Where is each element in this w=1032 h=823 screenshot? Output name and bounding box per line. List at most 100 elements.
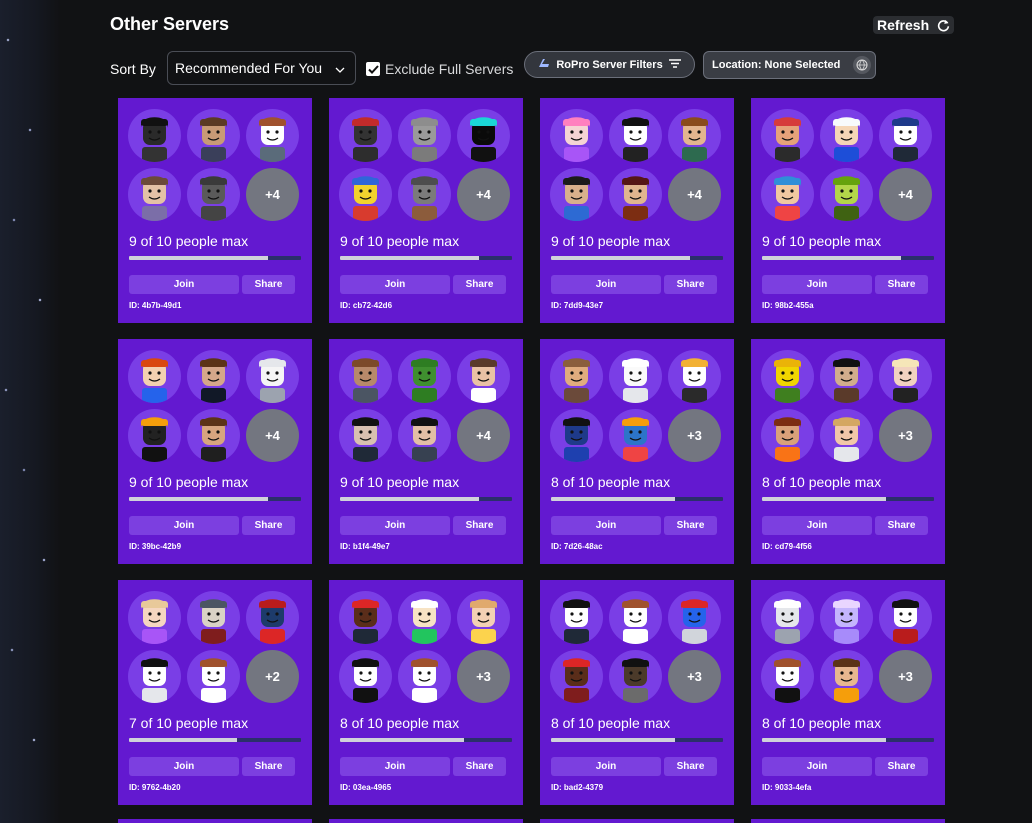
player-avatar[interactable]: [550, 168, 603, 221]
share-button[interactable]: Share: [242, 516, 295, 535]
join-button[interactable]: Join: [340, 757, 450, 776]
player-avatar[interactable]: [820, 409, 873, 462]
player-avatar[interactable]: [128, 168, 181, 221]
ropro-server-filters-button[interactable]: RoPro Server Filters: [524, 51, 695, 78]
player-avatar[interactable]: [398, 591, 451, 644]
player-avatar[interactable]: [668, 591, 721, 644]
player-avatar[interactable]: [398, 109, 451, 162]
player-avatar[interactable]: [128, 591, 181, 644]
server-id: ID: 7dd9-43e7: [551, 301, 604, 310]
player-avatar[interactable]: [187, 409, 240, 462]
share-button[interactable]: Share: [242, 757, 295, 776]
player-avatar[interactable]: [761, 591, 814, 644]
location-filter-button[interactable]: Location: None Selected: [703, 51, 876, 79]
share-button[interactable]: Share: [453, 275, 506, 294]
player-avatar[interactable]: [339, 409, 392, 462]
player-avatar[interactable]: [128, 350, 181, 403]
player-avatar[interactable]: [550, 409, 603, 462]
player-avatar[interactable]: [609, 409, 662, 462]
player-avatar[interactable]: [398, 350, 451, 403]
player-avatar[interactable]: [457, 109, 510, 162]
exclude-full-checkbox[interactable]: [366, 62, 380, 76]
player-avatar[interactable]: [550, 350, 603, 403]
share-button[interactable]: Share: [875, 516, 928, 535]
share-button[interactable]: Share: [875, 757, 928, 776]
player-avatar[interactable]: [550, 109, 603, 162]
share-button[interactable]: Share: [242, 275, 295, 294]
join-button[interactable]: Join: [551, 516, 661, 535]
player-avatar[interactable]: [820, 109, 873, 162]
player-avatar[interactable]: [246, 350, 299, 403]
join-button[interactable]: Join: [762, 275, 872, 294]
player-avatar[interactable]: [879, 350, 932, 403]
player-avatar[interactable]: [457, 591, 510, 644]
more-players-badge: +3: [668, 650, 721, 703]
server-card-partial: [751, 819, 945, 823]
player-avatar[interactable]: [609, 350, 662, 403]
player-avatar[interactable]: [761, 650, 814, 703]
player-avatar[interactable]: [187, 109, 240, 162]
capacity-bar-fill: [129, 497, 269, 501]
player-avatar[interactable]: [187, 591, 240, 644]
player-avatar[interactable]: [761, 109, 814, 162]
share-button[interactable]: Share: [875, 275, 928, 294]
share-button[interactable]: Share: [453, 516, 506, 535]
join-button[interactable]: Join: [762, 516, 872, 535]
player-count: 9 of 10 people max: [762, 233, 882, 249]
player-avatar[interactable]: [398, 409, 451, 462]
join-button[interactable]: Join: [129, 275, 239, 294]
join-button[interactable]: Join: [551, 757, 661, 776]
player-avatar[interactable]: [187, 650, 240, 703]
server-id: ID: 4b7b-49d1: [129, 301, 182, 310]
player-avatar[interactable]: [609, 109, 662, 162]
player-avatar[interactable]: [609, 168, 662, 221]
player-avatar[interactable]: [398, 168, 451, 221]
player-avatar[interactable]: [820, 168, 873, 221]
player-avatar[interactable]: [761, 350, 814, 403]
player-avatar[interactable]: [128, 409, 181, 462]
sort-select[interactable]: Recommended For You: [167, 51, 356, 85]
player-avatar[interactable]: [761, 168, 814, 221]
refresh-button[interactable]: Refresh: [873, 16, 955, 34]
player-avatar[interactable]: [879, 109, 932, 162]
player-avatar[interactable]: [820, 350, 873, 403]
join-button[interactable]: Join: [340, 275, 450, 294]
share-button[interactable]: Share: [664, 757, 717, 776]
player-avatar[interactable]: [246, 591, 299, 644]
player-avatar[interactable]: [761, 409, 814, 462]
player-avatar[interactable]: [339, 591, 392, 644]
player-avatar[interactable]: [339, 109, 392, 162]
player-avatar[interactable]: [128, 109, 181, 162]
player-avatar[interactable]: [609, 591, 662, 644]
player-avatar[interactable]: [668, 109, 721, 162]
player-avatar[interactable]: [128, 650, 181, 703]
server-id: ID: 98b2-455a: [762, 301, 814, 310]
player-avatar[interactable]: [457, 350, 510, 403]
player-avatar[interactable]: [550, 591, 603, 644]
refresh-label: Refresh: [877, 17, 930, 33]
player-avatar[interactable]: [339, 350, 392, 403]
share-button[interactable]: Share: [453, 757, 506, 776]
join-button[interactable]: Join: [762, 757, 872, 776]
player-avatar[interactable]: [609, 650, 662, 703]
exclude-full-servers[interactable]: Exclude Full Servers: [366, 61, 513, 77]
join-button[interactable]: Join: [129, 516, 239, 535]
player-avatar[interactable]: [820, 650, 873, 703]
share-button[interactable]: Share: [664, 275, 717, 294]
player-avatar[interactable]: [398, 650, 451, 703]
player-avatar[interactable]: [668, 350, 721, 403]
join-button[interactable]: Join: [340, 516, 450, 535]
player-avatar[interactable]: [879, 591, 932, 644]
share-button[interactable]: Share: [664, 516, 717, 535]
player-avatar[interactable]: [820, 591, 873, 644]
join-button[interactable]: Join: [129, 757, 239, 776]
player-count: 9 of 10 people max: [340, 233, 460, 249]
more-players-badge: +4: [879, 168, 932, 221]
player-avatar[interactable]: [550, 650, 603, 703]
player-avatar[interactable]: [339, 650, 392, 703]
player-avatar[interactable]: [246, 109, 299, 162]
player-avatar[interactable]: [339, 168, 392, 221]
player-avatar[interactable]: [187, 350, 240, 403]
player-avatar[interactable]: [187, 168, 240, 221]
join-button[interactable]: Join: [551, 275, 661, 294]
